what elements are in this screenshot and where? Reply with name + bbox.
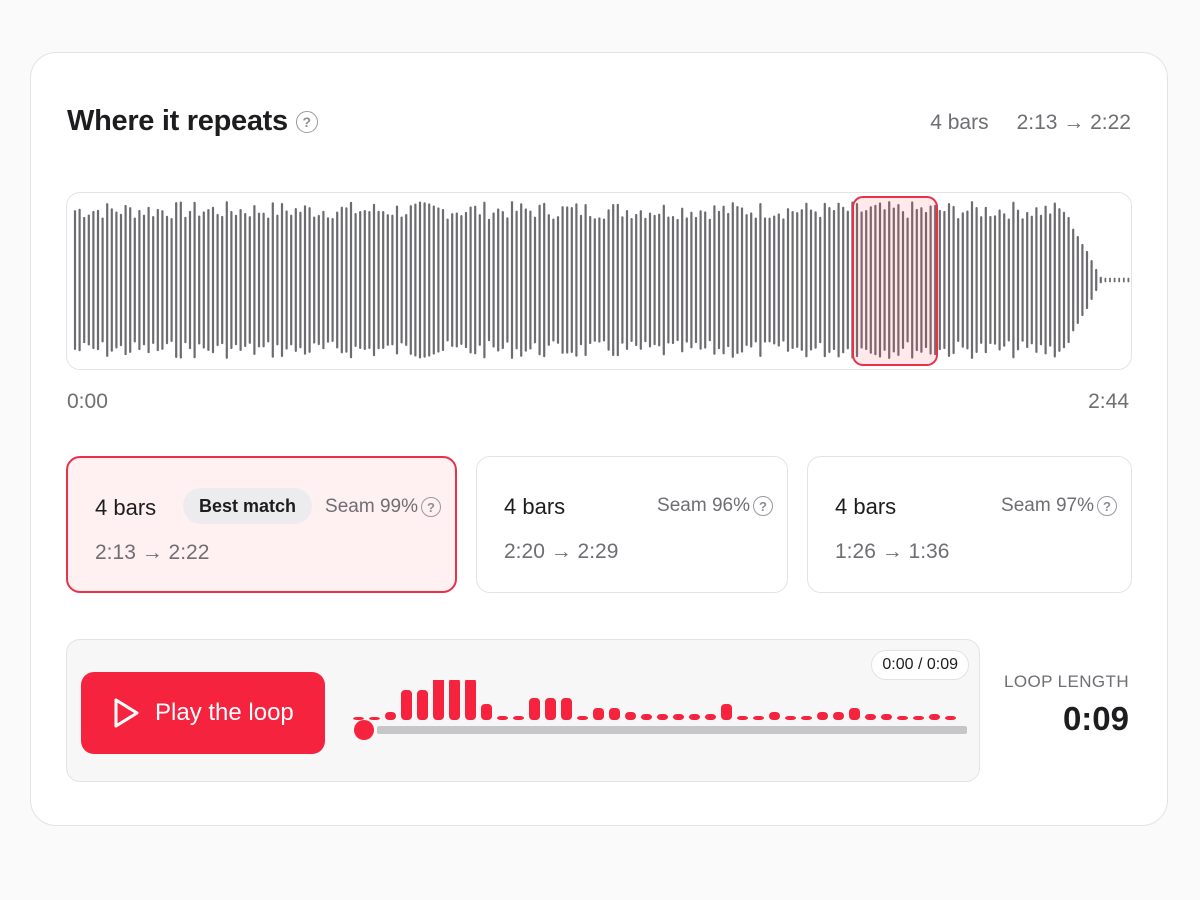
waveform-graph (73, 201, 1130, 359)
loop-wave-bar (721, 704, 732, 720)
loop-wave-bar (785, 716, 796, 720)
play-loop-button[interactable]: Play the loop (81, 672, 325, 754)
match-range: 2:20 → 2:29 (504, 540, 619, 563)
match-seam: Seam 97% ? (1001, 495, 1117, 517)
loop-selection[interactable] (852, 196, 938, 366)
repeats-card: Where it repeats ? 4 bars 2:13 → 2:22 0:… (30, 52, 1168, 826)
loop-wave-bar (593, 708, 604, 720)
waveform[interactable] (66, 192, 1132, 370)
loop-wave-bar (609, 708, 620, 720)
header-meta: 4 bars 2:13 → 2:22 (930, 111, 1131, 135)
loop-wave-bar (753, 716, 764, 720)
playback-time: 0:00 / 0:09 (871, 650, 969, 680)
loop-wave-bar (641, 714, 652, 720)
match-card-2[interactable]: 4 bars Seam 96% ? 2:20 → 2:29 (476, 456, 788, 593)
loop-wave-bar (625, 712, 636, 720)
match-seam-label: Seam 99% (325, 496, 418, 517)
loop-wave-bar (417, 690, 428, 720)
play-outline-icon (114, 698, 139, 728)
match-seam-label: Seam 97% (1001, 495, 1094, 516)
match-seam: Seam 96% ? (657, 495, 773, 517)
loop-wave-bar (737, 716, 748, 720)
loop-wave-bar (673, 714, 684, 720)
loop-length-value: 0:09 (1062, 700, 1129, 737)
loop-wave-bar (705, 714, 716, 720)
match-range: 2:13 → 2:22 (95, 541, 210, 564)
loop-player: Play the loop 0:00 / 0:09 (66, 639, 980, 782)
match-range: 1:26 → 1:36 (835, 540, 950, 563)
best-match-badge: Best match (183, 488, 313, 524)
match-bars: 4 bars (95, 495, 157, 520)
match-bars: 4 bars (504, 494, 566, 519)
loop-wave-bar (369, 717, 380, 720)
play-loop-label: Play the loop (155, 699, 294, 726)
loop-wave-bar (433, 680, 444, 720)
question-circle-icon[interactable]: ? (295, 110, 318, 133)
waveform-end-time: 2:44 (1088, 390, 1129, 413)
loop-wave-bar (689, 714, 700, 720)
loop-wave-bar (449, 680, 460, 720)
loop-wave-bar (481, 704, 492, 720)
question-circle-icon[interactable]: ? (421, 497, 441, 517)
loop-wave-bar (897, 716, 908, 720)
question-circle-icon[interactable]: ? (753, 496, 773, 516)
loop-wave-bar (833, 712, 844, 720)
loop-wave-bar (865, 714, 876, 720)
header-range: 2:13 → 2:22 (1016, 111, 1131, 134)
loop-mini-waveform[interactable] (347, 680, 972, 760)
loop-wave-bar (801, 716, 812, 720)
match-bars: 4 bars (835, 494, 897, 519)
loop-wave-bar (385, 712, 396, 720)
loop-wave-bar (817, 712, 828, 720)
loop-wave-bar (657, 714, 668, 720)
match-card-best[interactable]: 4 bars Best match Seam 99% ? 2:13 → 2:22 (66, 456, 457, 593)
page-title: Where it repeats (67, 105, 288, 137)
loop-wave-bar (465, 680, 476, 720)
loop-wave-bar (401, 690, 412, 720)
loop-track (377, 726, 967, 734)
loop-wave-bar (561, 698, 572, 720)
match-card-3[interactable]: 4 bars Seam 97% ? 1:26 → 1:36 (807, 456, 1132, 593)
loop-wave-bar (849, 708, 860, 720)
loop-wave-bar (545, 698, 556, 720)
loop-wave-bar (881, 714, 892, 720)
loop-wave-bar (529, 698, 540, 720)
loop-length-label: LOOP LENGTH (1003, 672, 1129, 691)
loop-wave-bar (913, 716, 924, 720)
waveform-start-time: 0:00 (67, 390, 108, 413)
match-seam-label: Seam 96% (657, 495, 750, 516)
loop-wave-bar (769, 712, 780, 720)
loop-wave-bar (497, 716, 508, 720)
loop-wave-bar (929, 714, 940, 720)
match-seam: Seam 99% ? (325, 496, 441, 518)
loop-wave-bar (945, 716, 956, 720)
loop-wave-bar (353, 717, 364, 720)
question-circle-icon[interactable]: ? (1097, 496, 1117, 516)
header-bars: 4 bars (930, 111, 989, 134)
title-row: Where it repeats ? (67, 105, 318, 138)
loop-wave-bar (577, 716, 588, 720)
loop-wave-bar (513, 716, 524, 720)
playhead-knob (354, 720, 374, 740)
